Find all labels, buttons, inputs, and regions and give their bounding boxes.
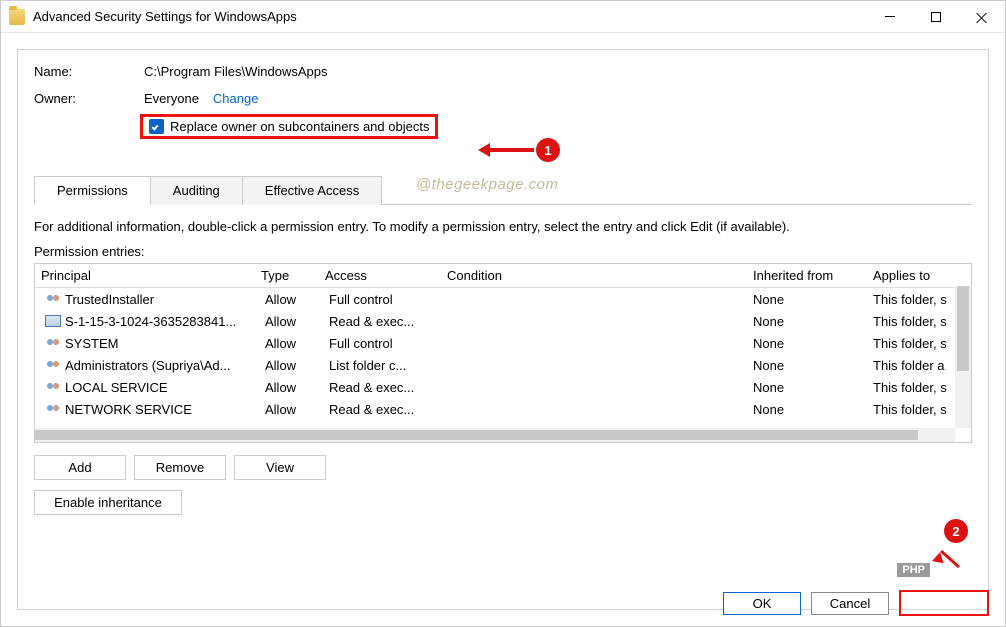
change-owner-link[interactable]: Change [213, 91, 259, 106]
enable-inheritance-button[interactable]: Enable inheritance [34, 490, 182, 515]
users-icon [45, 293, 61, 305]
type-cell: Allow [259, 336, 323, 351]
col-type[interactable]: Type [255, 264, 319, 287]
access-cell: Full control [323, 336, 445, 351]
users-icon [45, 337, 61, 349]
inherited-cell: None [747, 336, 867, 351]
sid-icon [45, 315, 61, 327]
table-row[interactable]: SYSTEMAllowFull controlNoneThis folder, … [35, 332, 971, 354]
annotation-badge-1: 1 [536, 138, 560, 162]
principal-cell: NETWORK SERVICE [65, 402, 192, 417]
access-cell: Read & exec... [323, 402, 445, 417]
permission-table: Principal Type Access Condition Inherite… [34, 263, 972, 443]
replace-owner-label: Replace owner on subcontainers and objec… [170, 119, 429, 134]
add-button[interactable]: Add [34, 455, 126, 480]
maximize-button[interactable] [913, 1, 959, 32]
tab-permissions[interactable]: Permissions [34, 176, 151, 205]
col-applies[interactable]: Applies to [867, 264, 971, 287]
access-cell: Read & exec... [323, 380, 445, 395]
col-access[interactable]: Access [319, 264, 441, 287]
inherited-cell: None [747, 380, 867, 395]
type-cell: Allow [259, 358, 323, 373]
inherited-cell: None [747, 358, 867, 373]
close-button[interactable] [959, 1, 1005, 32]
users-icon [45, 403, 61, 415]
folder-icon [9, 9, 25, 25]
name-label: Name: [34, 64, 144, 79]
horizontal-scrollbar[interactable] [35, 428, 955, 442]
type-cell: Allow [259, 402, 323, 417]
col-condition[interactable]: Condition [441, 264, 747, 287]
ok-button[interactable]: OK [723, 592, 801, 615]
entries-label: Permission entries: [34, 244, 972, 259]
owner-label: Owner: [34, 91, 144, 106]
view-button[interactable]: View [234, 455, 326, 480]
type-cell: Allow [259, 380, 323, 395]
vertical-scrollbar[interactable] [955, 286, 971, 428]
name-value: C:\Program Files\WindowsApps [144, 64, 328, 79]
apply-button-highlight[interactable] [899, 590, 989, 616]
security-settings-window: Advanced Security Settings for WindowsAp… [0, 0, 1006, 627]
table-row[interactable]: S-1-15-3-1024-3635283841... AllowRead & e… [35, 310, 971, 332]
minimize-button[interactable] [867, 1, 913, 32]
inherited-cell: None [747, 314, 867, 329]
table-row[interactable]: TrustedInstallerAllowFull controlNoneThi… [35, 288, 971, 310]
owner-value: Everyone [144, 91, 199, 106]
cancel-button[interactable]: Cancel [811, 592, 889, 615]
php-watermark: PHP [897, 563, 930, 577]
type-cell: Allow [259, 292, 323, 307]
tab-auditing[interactable]: Auditing [151, 176, 243, 205]
action-button-row: Add Remove View [34, 455, 972, 480]
col-inherited[interactable]: Inherited from [747, 264, 867, 287]
tab-effective-access[interactable]: Effective Access [243, 176, 382, 205]
replace-owner-highlight: Replace owner on subcontainers and objec… [140, 114, 438, 139]
window-title: Advanced Security Settings for WindowsAp… [33, 9, 867, 24]
dialog-footer: OK Cancel [723, 590, 989, 616]
annotation-arrow-2 [932, 550, 960, 577]
titlebar: Advanced Security Settings for WindowsAp… [1, 1, 1005, 33]
table-body: TrustedInstallerAllowFull controlNoneThi… [35, 288, 971, 420]
access-cell: List folder c... [323, 358, 445, 373]
table-row[interactable]: Administrators (Supriya\Ad... AllowList f… [35, 354, 971, 376]
table-row[interactable]: LOCAL SERVICEAllowRead & exec...NoneThis… [35, 376, 971, 398]
principal-cell: S-1-15-3-1024-3635283841... [65, 314, 236, 329]
principal-cell: LOCAL SERVICE [65, 380, 168, 395]
annotation-arrow-1: 1 [478, 138, 560, 162]
inherited-cell: None [747, 402, 867, 417]
access-cell: Read & exec... [323, 314, 445, 329]
users-icon [45, 359, 61, 371]
principal-cell: TrustedInstaller [65, 292, 154, 307]
replace-owner-checkbox[interactable] [149, 119, 164, 134]
table-header: Principal Type Access Condition Inherite… [35, 264, 971, 288]
type-cell: Allow [259, 314, 323, 329]
principal-cell: Administrators (Supriya\Ad... [65, 358, 230, 373]
window-controls [867, 1, 1005, 32]
annotation-badge-2-wrap: 2 [942, 519, 968, 543]
table-row[interactable]: NETWORK SERVICEAllowRead & exec...NoneTh… [35, 398, 971, 420]
hint-text: For additional information, double-click… [34, 219, 972, 234]
remove-button[interactable]: Remove [134, 455, 226, 480]
users-icon [45, 381, 61, 393]
inherited-cell: None [747, 292, 867, 307]
annotation-badge-2: 2 [944, 519, 968, 543]
watermark-text: @thegeekpage.com [416, 176, 558, 193]
access-cell: Full control [323, 292, 445, 307]
col-principal[interactable]: Principal [35, 264, 255, 287]
principal-cell: SYSTEM [65, 336, 118, 351]
content-pane: Name: C:\Program Files\WindowsApps Owner… [17, 49, 989, 610]
